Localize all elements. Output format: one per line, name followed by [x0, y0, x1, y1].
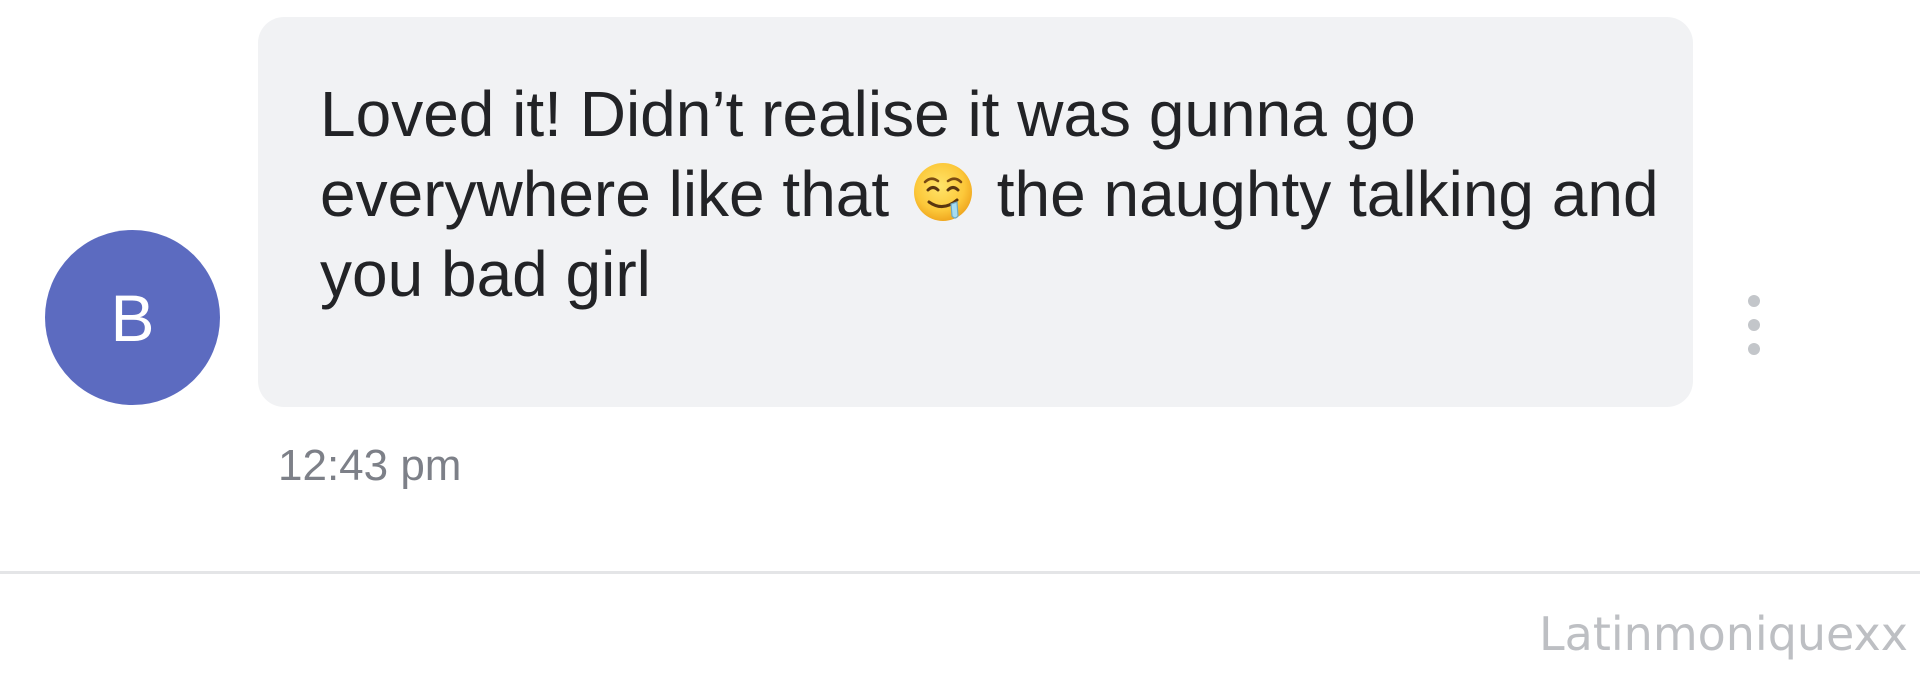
more-dot	[1748, 319, 1760, 331]
divider	[0, 571, 1920, 574]
more-vert-icon[interactable]	[1742, 295, 1766, 355]
more-dot	[1748, 295, 1760, 307]
avatar-initial: B	[110, 280, 155, 355]
message-text: Loved it! Didn’t realise it was gunna go…	[320, 74, 1660, 314]
drooling-face-icon	[913, 163, 972, 221]
more-dot	[1748, 343, 1760, 355]
message-timestamp: 12:43 pm	[278, 441, 462, 490]
watermark-text: Latinmoniquexx	[1539, 607, 1908, 661]
sender-avatar[interactable]: B	[45, 230, 220, 405]
